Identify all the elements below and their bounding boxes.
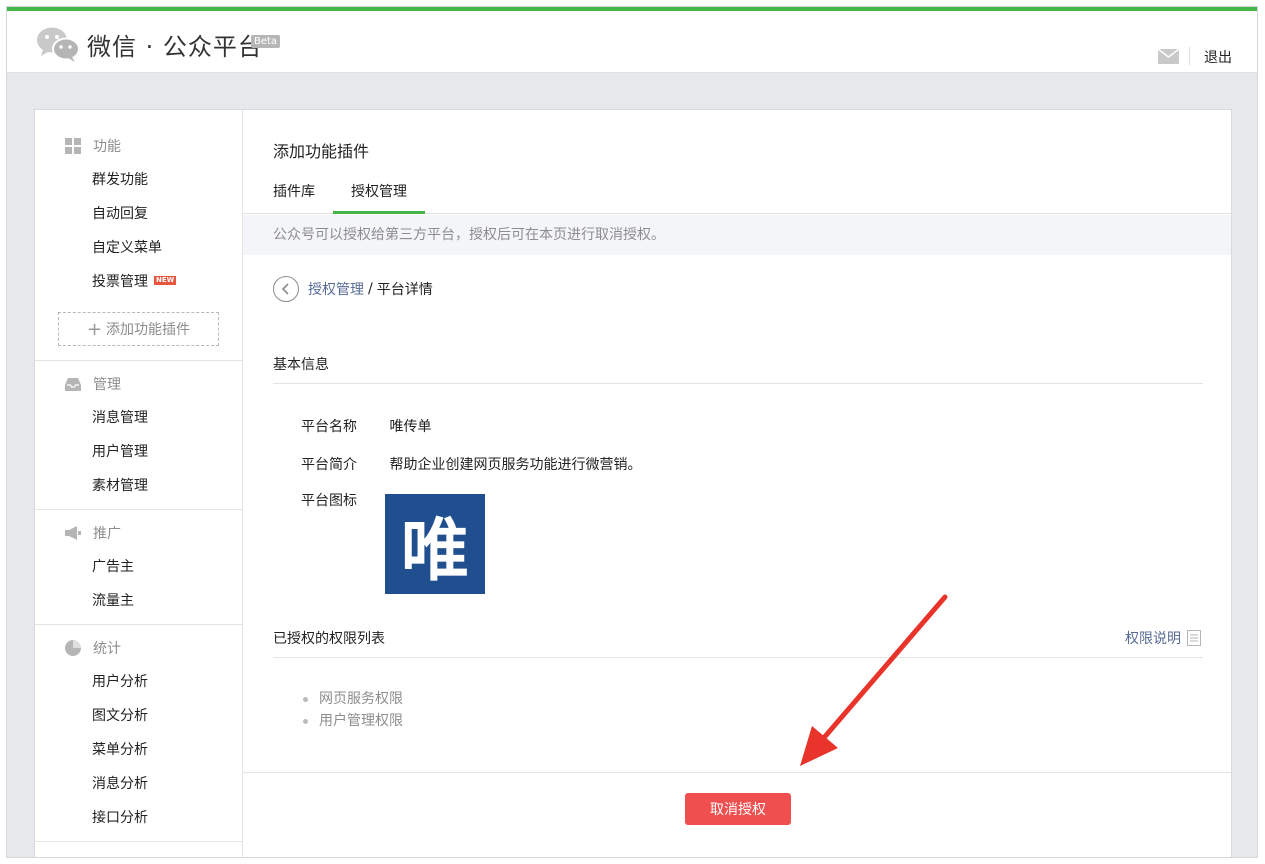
pie-chart-icon xyxy=(65,640,81,656)
cancel-authorization-button[interactable]: 取消授权 xyxy=(685,793,791,825)
nav-head-manage: 管理 xyxy=(35,367,242,401)
platform-name-row: 平台名称 唯传单 xyxy=(301,416,431,436)
breadcrumb-separator: / xyxy=(368,281,373,297)
megaphone-icon xyxy=(65,526,81,540)
logo-text: 微信 · 公众平台 xyxy=(87,32,263,61)
sidebar-item-users[interactable]: 用户管理 xyxy=(35,435,242,469)
header-divider xyxy=(1189,47,1190,65)
sidebar-item-label: 投票管理 xyxy=(92,274,148,290)
platform-icon-label: 平台图标 xyxy=(301,493,357,509)
tab-bar: 插件库 授权管理 xyxy=(243,174,1231,214)
inbox-icon xyxy=(65,378,81,391)
grid-icon xyxy=(65,138,81,154)
add-plugin-label: 添加功能插件 xyxy=(106,322,191,338)
beta-badge: Beta xyxy=(251,35,281,48)
nav-head-label: 统计 xyxy=(93,641,121,657)
list-item: 网页服务权限 xyxy=(301,688,403,710)
sidebar: 功能 群发功能 自动回复 自定义菜单 投票管理 NEW + 添加功能插件 管理 xyxy=(35,110,243,857)
platform-logo-image: 唯 xyxy=(385,494,485,594)
logout-link[interactable]: 退出 xyxy=(1204,47,1232,67)
nav-head-stats: 统计 xyxy=(35,631,242,665)
permission-explain-link[interactable]: 权限说明 xyxy=(1125,628,1201,648)
wechat-admin-page: 微信 · 公众平台 Beta 退出 功能 群发功能 自动回复 自定义菜单 投票管… xyxy=(6,6,1258,858)
platform-logo-glyph: 唯 xyxy=(400,511,469,591)
sidebar-item-materials[interactable]: 素材管理 xyxy=(35,469,242,503)
add-plugin-button[interactable]: + 添加功能插件 xyxy=(58,312,219,346)
sidebar-item-api-analysis[interactable]: 接口分析 xyxy=(35,801,242,835)
platform-icon-row: 平台图标 xyxy=(301,490,385,510)
back-button[interactable] xyxy=(273,276,299,302)
notice-banner: 公众号可以授权给第三方平台，授权后可在本页进行取消授权。 xyxy=(243,215,1231,255)
nav-head-label: 推广 xyxy=(93,526,121,542)
nav-head-label: 管理 xyxy=(93,377,121,393)
platform-desc-value: 帮助企业创建网页服务功能进行微营销。 xyxy=(389,457,642,473)
sidebar-item-publisher[interactable]: 流量主 xyxy=(35,584,242,618)
sidebar-item-user-analysis[interactable]: 用户分析 xyxy=(35,665,242,699)
tab-plugin-library[interactable]: 插件库 xyxy=(273,174,315,214)
sidebar-item-menu-analysis[interactable]: 菜单分析 xyxy=(35,733,242,767)
list-item: 用户管理权限 xyxy=(301,710,403,732)
content-container: 功能 群发功能 自动回复 自定义菜单 投票管理 NEW + 添加功能插件 管理 xyxy=(34,109,1232,857)
breadcrumb: 授权管理 / 平台详情 xyxy=(273,276,433,302)
sidebar-item-article-analysis[interactable]: 图文分析 xyxy=(35,699,242,733)
nav-head-features: 功能 xyxy=(35,129,242,163)
platform-desc-label: 平台简介 xyxy=(301,457,357,473)
platform-desc-row: 平台简介 帮助企业创建网页服务功能进行微营销。 xyxy=(301,454,641,474)
section-divider xyxy=(273,657,1203,658)
nav-section-stats: 统计 用户分析 图文分析 菜单分析 消息分析 接口分析 xyxy=(35,625,242,842)
basic-info-heading: 基本信息 xyxy=(273,357,329,373)
top-bar: 微信 · 公众平台 Beta 退出 xyxy=(7,7,1257,73)
section-divider xyxy=(273,383,1203,384)
document-icon xyxy=(1187,630,1201,646)
nav-section-manage: 管理 消息管理 用户管理 素材管理 xyxy=(35,361,242,510)
sidebar-item-message-analysis[interactable]: 消息分析 xyxy=(35,767,242,801)
page-title: 添加功能插件 xyxy=(273,142,370,161)
logo[interactable]: 微信 · 公众平台 xyxy=(35,25,263,63)
plus-icon: + xyxy=(86,318,103,340)
nav-head-label: 功能 xyxy=(93,139,121,155)
nav-section-promote: 推广 广告主 流量主 xyxy=(35,510,242,625)
permissions-heading: 已授权的权限列表 xyxy=(273,631,385,647)
footer-bar: 取消授权 xyxy=(243,772,1231,857)
main-panel: 添加功能插件 插件库 授权管理 公众号可以授权给第三方平台，授权后可在本页进行取… xyxy=(243,110,1231,857)
nav-section-features: 功能 群发功能 自动回复 自定义菜单 投票管理 NEW + 添加功能插件 xyxy=(35,110,242,361)
breadcrumb-link[interactable]: 授权管理 xyxy=(308,279,364,299)
tab-authorization[interactable]: 授权管理 xyxy=(333,174,425,214)
sidebar-item-advertiser[interactable]: 广告主 xyxy=(35,550,242,584)
chevron-left-icon xyxy=(281,283,289,295)
permission-list: 网页服务权限 用户管理权限 xyxy=(301,688,403,732)
new-badge: NEW xyxy=(154,275,177,285)
platform-name-label: 平台名称 xyxy=(301,419,357,435)
sidebar-item-mass-send[interactable]: 群发功能 xyxy=(35,163,242,197)
sidebar-item-custom-menu[interactable]: 自定义菜单 xyxy=(35,231,242,265)
sidebar-item-messages[interactable]: 消息管理 xyxy=(35,401,242,435)
nav-head-promote: 推广 xyxy=(35,516,242,550)
sidebar-item-vote[interactable]: 投票管理 NEW xyxy=(35,265,242,299)
permission-explain-label: 权限说明 xyxy=(1125,631,1181,647)
wechat-logo-icon xyxy=(37,27,80,62)
breadcrumb-current: 平台详情 xyxy=(376,282,433,298)
platform-name-value: 唯传单 xyxy=(389,419,432,435)
sidebar-item-auto-reply[interactable]: 自动回复 xyxy=(35,197,242,231)
mail-icon[interactable] xyxy=(1158,49,1179,64)
